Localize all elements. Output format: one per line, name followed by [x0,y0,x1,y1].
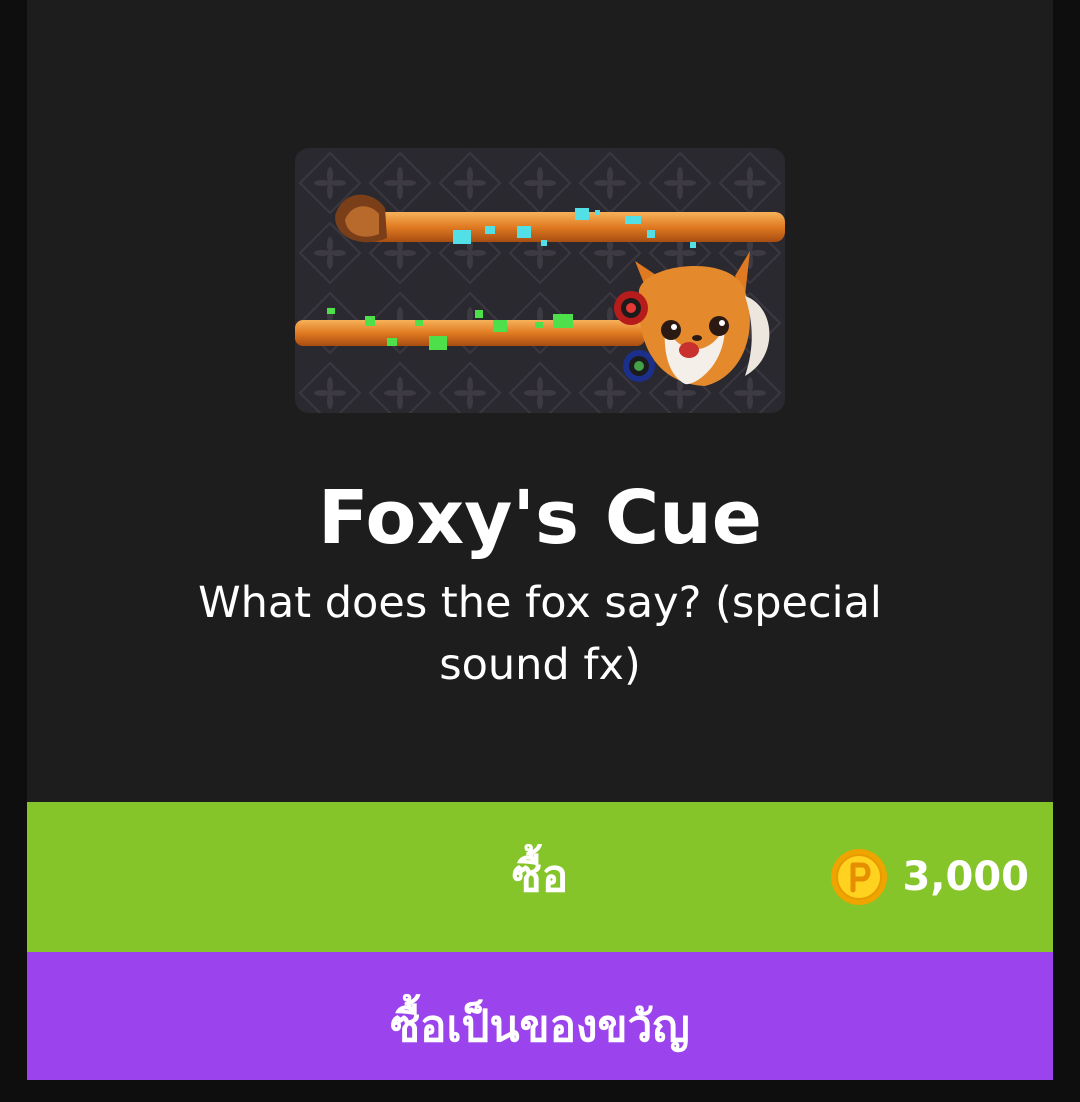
buy-as-gift-button[interactable]: ซื้อเป็นของขวัญ [27,952,1053,1080]
cue-preview-image [295,148,785,413]
price-tag: 3,000 [830,848,1029,906]
fox-cue-preview-image [295,148,785,413]
buy-button[interactable]: ซื้อ 3,000 [27,802,1053,952]
price-value: 3,000 [902,854,1029,900]
item-title: Foxy's Cue [318,475,762,561]
coin-icon [831,849,888,905]
item-description: What does the fox say? (special sound fx… [198,578,882,690]
item-detail-panel: Foxy's Cue What does the fox say? (speci… [27,0,1053,1080]
